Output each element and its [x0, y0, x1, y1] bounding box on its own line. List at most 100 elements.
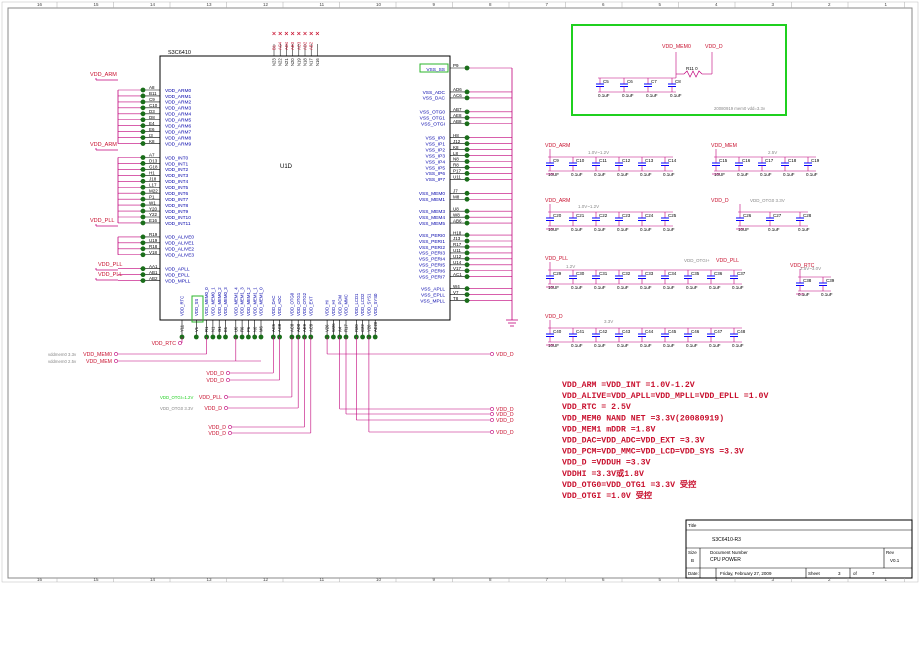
- pin-number: R17: [453, 242, 462, 247]
- pin-number: D8: [149, 115, 155, 120]
- junction-dot: [464, 262, 470, 268]
- left-pin-group: A8 VDD_ARM0 B11 VDD_ARM1 C9 VDD_ARM2 C10 VDD_AR…: [140, 85, 194, 284]
- cap-value: 0.1uF: [640, 172, 652, 177]
- net-port: [224, 406, 228, 410]
- pin-name: VDD_ADC: [277, 295, 282, 316]
- pin-number: M8: [453, 194, 460, 199]
- of-label: of: [853, 571, 858, 576]
- right-pin-group: P9 AD6 VSS_ADC AC6 VSS_DAC AB7 VSS_OTG0 AE8 VSS_…: [419, 63, 470, 304]
- pin-name: VSS_OTG0: [420, 110, 446, 116]
- junction-dot: [464, 274, 470, 280]
- cap-ref: C22: [599, 213, 608, 218]
- pin-name: VDD_ARM0: [165, 88, 191, 94]
- pin-name: VSS_ADC: [423, 90, 446, 96]
- voltage-note: VDD_MEM1 mDDR =1.8V: [562, 425, 655, 434]
- pin-name: VDD_INT2: [165, 167, 189, 173]
- net-port: [490, 418, 494, 422]
- pin-number: T8: [453, 296, 459, 301]
- pin-name: VDD_MEM1_3: [240, 287, 245, 316]
- cap-value: 10UF: [548, 227, 559, 232]
- junction-dot: [464, 153, 470, 158]
- junction-dot: [464, 238, 470, 244]
- junction-dot: [464, 159, 470, 164]
- voltage-note: VDD_OTG0=VDD_OTG1 =3.3V 受控: [562, 479, 697, 490]
- net-note: VDD_OTGI=1.2V: [160, 395, 193, 400]
- pin-name: VDD_ARM3: [165, 106, 191, 112]
- voltage-note: VDD_D =VDDUH =3.3V: [562, 459, 651, 468]
- junction-dot: [140, 135, 146, 141]
- pin-name: VSS_APLL: [421, 286, 445, 292]
- cap-value: 0.1uF: [709, 285, 721, 290]
- pin-name: VSS_PERI2: [419, 245, 445, 251]
- cap-value: 0.1uF: [640, 343, 652, 348]
- chip-ref: U1D: [280, 164, 293, 170]
- cap-value: 0.1uF: [622, 93, 634, 98]
- pin-number: J7: [453, 189, 458, 194]
- pin-name: VSS_MPLL: [420, 298, 445, 304]
- pin-name: VDD_SYS0: [373, 293, 378, 316]
- schematic-svg: S3C6410 U1D A8VDD_ARM0B11VDD_ARM1C9VDD_A…: [1, 1, 919, 583]
- pin-name: VDD_EXT: [308, 296, 313, 316]
- junction-dot: [140, 202, 146, 208]
- cap-ref: C21: [576, 213, 585, 218]
- border-number-top: 1: [885, 2, 888, 7]
- pin-number: AC8: [277, 323, 282, 332]
- cap-value: 0.1uF: [571, 343, 583, 348]
- pin-number: V1: [194, 326, 199, 332]
- pin-number: R18: [149, 244, 158, 249]
- junction-dot: [464, 292, 470, 297]
- cap-value: 0.1uF: [768, 227, 780, 232]
- pin-number: W26: [331, 323, 336, 332]
- date-label: Date:: [688, 571, 699, 576]
- top-pin-name: B1: [272, 44, 277, 50]
- net-label-bottom: VDD_D: [496, 430, 514, 436]
- junction-dot: [140, 93, 146, 99]
- pin-name: VDD_HI: [325, 300, 330, 316]
- junction-dot: [246, 334, 251, 340]
- junction-dot: [140, 161, 146, 166]
- cap-value: 0.1uF: [646, 93, 658, 98]
- cap-value: 0.1uF: [686, 285, 698, 290]
- junction-dot: [140, 167, 146, 172]
- cap-bank-note: VDD_OTG0 3.3V: [750, 198, 785, 203]
- cap-bank-net: VDD_D: [711, 198, 729, 204]
- net-label-bottom: VDD_RTC: [152, 341, 177, 347]
- junction-dot: [464, 232, 470, 238]
- pin-name: VSS_OTG1: [420, 116, 446, 122]
- pin-name: VDD_APLL: [165, 267, 190, 273]
- pin-number: AC1: [453, 272, 462, 277]
- cap-value: 0.1uF: [737, 172, 749, 177]
- pin-name: VDD_PCM: [337, 295, 342, 316]
- cap-ref: C29: [553, 271, 562, 276]
- net-label-left: VDD_PLL: [98, 272, 122, 278]
- size-label: Size: [688, 550, 697, 555]
- pin-number: P6: [246, 326, 251, 332]
- top-pin-name: AD2: [303, 41, 308, 50]
- cap-value: 10UF: [548, 172, 559, 177]
- pin-name: VDD_MEM1_1: [252, 287, 257, 316]
- pin-number: L8: [453, 151, 459, 156]
- cap-value: 0.1uF: [640, 227, 652, 232]
- voltage-note: VDD_RTC = 2.5V: [562, 403, 631, 412]
- border-number-top: 13: [207, 2, 213, 7]
- cap-value: 0.1uF: [732, 343, 744, 348]
- vdd-mem0-box: [571, 24, 787, 116]
- net-note: vddmem0 3.3v: [48, 352, 77, 357]
- cap-value: 0.1uF: [594, 227, 606, 232]
- cap-value: 0.1uF: [663, 285, 675, 290]
- junction-dot: [140, 266, 146, 272]
- pin-name: VDD_ARM9: [165, 141, 191, 147]
- top-pin-name: AD4: [284, 41, 289, 50]
- pin-number: AC6: [453, 93, 462, 98]
- junction-dot: [464, 214, 470, 220]
- cap-value: 0.1uF: [617, 172, 629, 177]
- pin-number: AA1: [149, 264, 158, 269]
- border-number-top: 10: [376, 2, 382, 7]
- cap-ref: C5: [603, 79, 609, 84]
- top-pin-name: AE3: [290, 41, 295, 50]
- net-port: [490, 352, 494, 356]
- junction-dot: [140, 234, 146, 240]
- junction-dot: [464, 286, 470, 292]
- cap-value: 10UF: [738, 227, 749, 232]
- net-label-bottom: VDD_MEM: [86, 359, 112, 365]
